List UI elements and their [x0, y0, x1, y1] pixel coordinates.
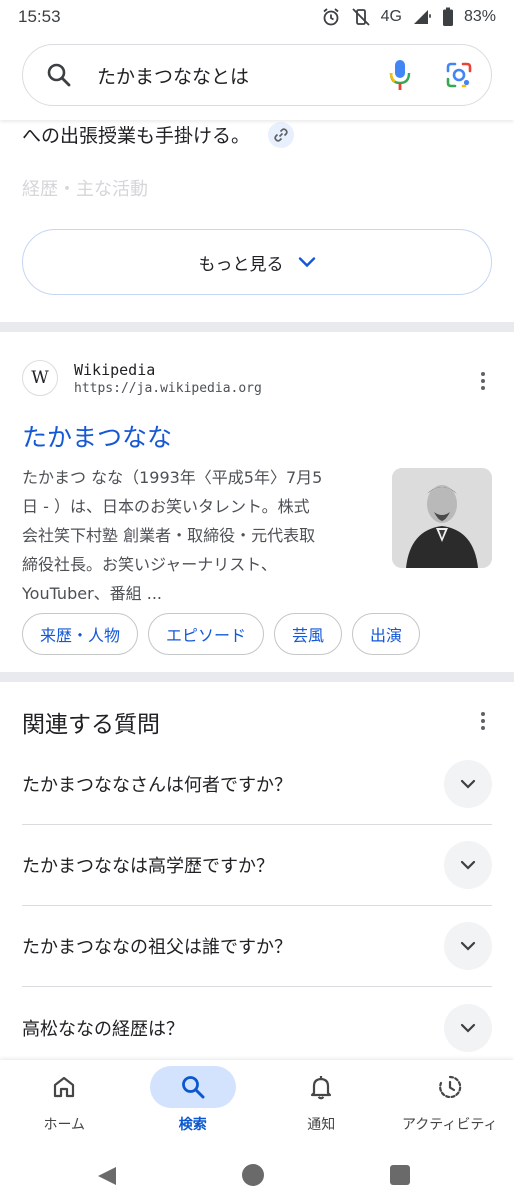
source-text: Wikipedia https://ja.wikipedia.org — [74, 361, 262, 396]
source-name: Wikipedia — [74, 360, 156, 379]
result-source[interactable]: W Wikipedia https://ja.wikipedia.org — [22, 360, 262, 396]
question-text: たかまつななは高学歴ですか？ — [22, 856, 274, 877]
nav-notifications[interactable]: 通知 — [257, 1060, 386, 1150]
result-more-options-icon[interactable] — [471, 369, 495, 393]
nav-home-label: ホーム — [43, 1117, 86, 1133]
question-text: たかまつななさんは何者ですか？ — [22, 775, 292, 796]
result-thumbnail[interactable] — [392, 468, 492, 568]
chip-style[interactable]: 芸風 — [274, 613, 343, 655]
expand-chevron-icon[interactable] — [444, 1003, 492, 1052]
search-box[interactable] — [22, 44, 492, 106]
lens-icon[interactable] — [445, 61, 473, 89]
related-question-item[interactable]: たかまつななさんは何者ですか？ — [22, 744, 492, 825]
activity-icon — [438, 1075, 462, 1099]
chip-history[interactable]: 来歴・人物 — [22, 613, 139, 655]
vibrate-mute-icon — [351, 8, 370, 26]
snippet-line: 日 - ）は、日本のお笑いタレント。株式 — [22, 497, 310, 516]
snippet-text: への出張授業も手掛ける。 — [22, 121, 295, 148]
status-icons: 4G 83% — [321, 7, 496, 27]
result-title-link[interactable]: たかまつなな — [22, 418, 172, 454]
snippet-line: たかまつ なな（1993年〈平成5年〉7月5 — [22, 468, 323, 487]
search-input[interactable] — [97, 64, 389, 86]
expand-chevron-icon[interactable] — [444, 922, 492, 970]
chip-appearances[interactable]: 出演 — [352, 613, 421, 655]
system-navigation-bar — [0, 1150, 514, 1200]
nav-search[interactable]: 検索 — [129, 1060, 258, 1150]
snippet-line-text: への出張授業も手掛ける。 — [22, 125, 251, 147]
status-time: 15:53 — [18, 7, 61, 26]
source-url: https://ja.wikipedia.org — [74, 380, 262, 396]
chip-episodes[interactable]: エピソード — [148, 613, 265, 655]
microphone-icon[interactable] — [389, 59, 411, 91]
nav-activity-label: アクティビティ — [401, 1117, 498, 1133]
search-header — [0, 34, 514, 120]
battery-icon — [442, 7, 453, 26]
search-icon — [181, 1076, 205, 1099]
bottom-navigation: ホーム 検索 通知 アクティビティ — [0, 1060, 514, 1150]
snippet-line: 会社笑下村塾 創業者・取締役・元代表取 — [22, 526, 316, 545]
network-type: 4G — [380, 8, 402, 25]
signal-icon — [413, 10, 431, 24]
result-sitelink-chips: 来歴・人物 エピソード 芸風 出演 — [22, 613, 421, 655]
nav-search-label: 検索 — [178, 1117, 207, 1133]
nav-home[interactable]: ホーム — [0, 1060, 129, 1150]
snippet-line: YouTuber、番組 ... — [22, 584, 162, 603]
nav-activity[interactable]: アクティビティ — [386, 1060, 514, 1150]
question-text: たかまつななの祖父は誰ですか？ — [22, 937, 292, 958]
show-more-button[interactable]: もっと見る — [22, 229, 492, 295]
faded-section-heading: 経歴・主な活動 — [22, 179, 148, 200]
result-snippet: たかまつ なな（1993年〈平成5年〉7月5 日 - ）は、日本のお笑いタレント… — [22, 463, 372, 608]
related-questions-more-icon[interactable] — [471, 709, 495, 733]
nav-notifications-label: 通知 — [307, 1117, 336, 1133]
related-question-item[interactable]: たかまつななの祖父は誰ですか？ — [22, 906, 492, 987]
status-bar: 15:53 4G 83% — [0, 0, 514, 34]
bell-icon — [311, 1076, 332, 1100]
home-button-icon[interactable] — [242, 1164, 264, 1186]
related-question-item[interactable]: 高松ななの経歴は？ — [22, 987, 492, 1068]
search-icon[interactable] — [45, 61, 73, 89]
recent-apps-icon[interactable] — [390, 1165, 410, 1185]
wikipedia-favicon: W — [22, 360, 58, 396]
related-question-item[interactable]: たかまつななは高学歴ですか？ — [22, 825, 492, 906]
show-more-label: もっと見る — [198, 254, 284, 275]
expand-chevron-icon[interactable] — [444, 841, 492, 889]
section-divider — [0, 672, 514, 682]
back-icon[interactable] — [96, 1165, 118, 1187]
section-divider — [0, 322, 514, 332]
expand-chevron-icon[interactable] — [444, 760, 492, 808]
snippet-line: 締役社長。お笑いジャーナリスト、 — [22, 555, 277, 574]
home-icon — [54, 1076, 75, 1098]
question-text: 高松ななの経歴は？ — [22, 1018, 184, 1040]
battery-level: 83% — [463, 8, 496, 25]
link-icon[interactable] — [268, 121, 295, 148]
related-questions-title: 関連する質問 — [22, 712, 160, 738]
chevron-down-icon — [298, 257, 315, 268]
alarm-icon — [323, 8, 339, 26]
